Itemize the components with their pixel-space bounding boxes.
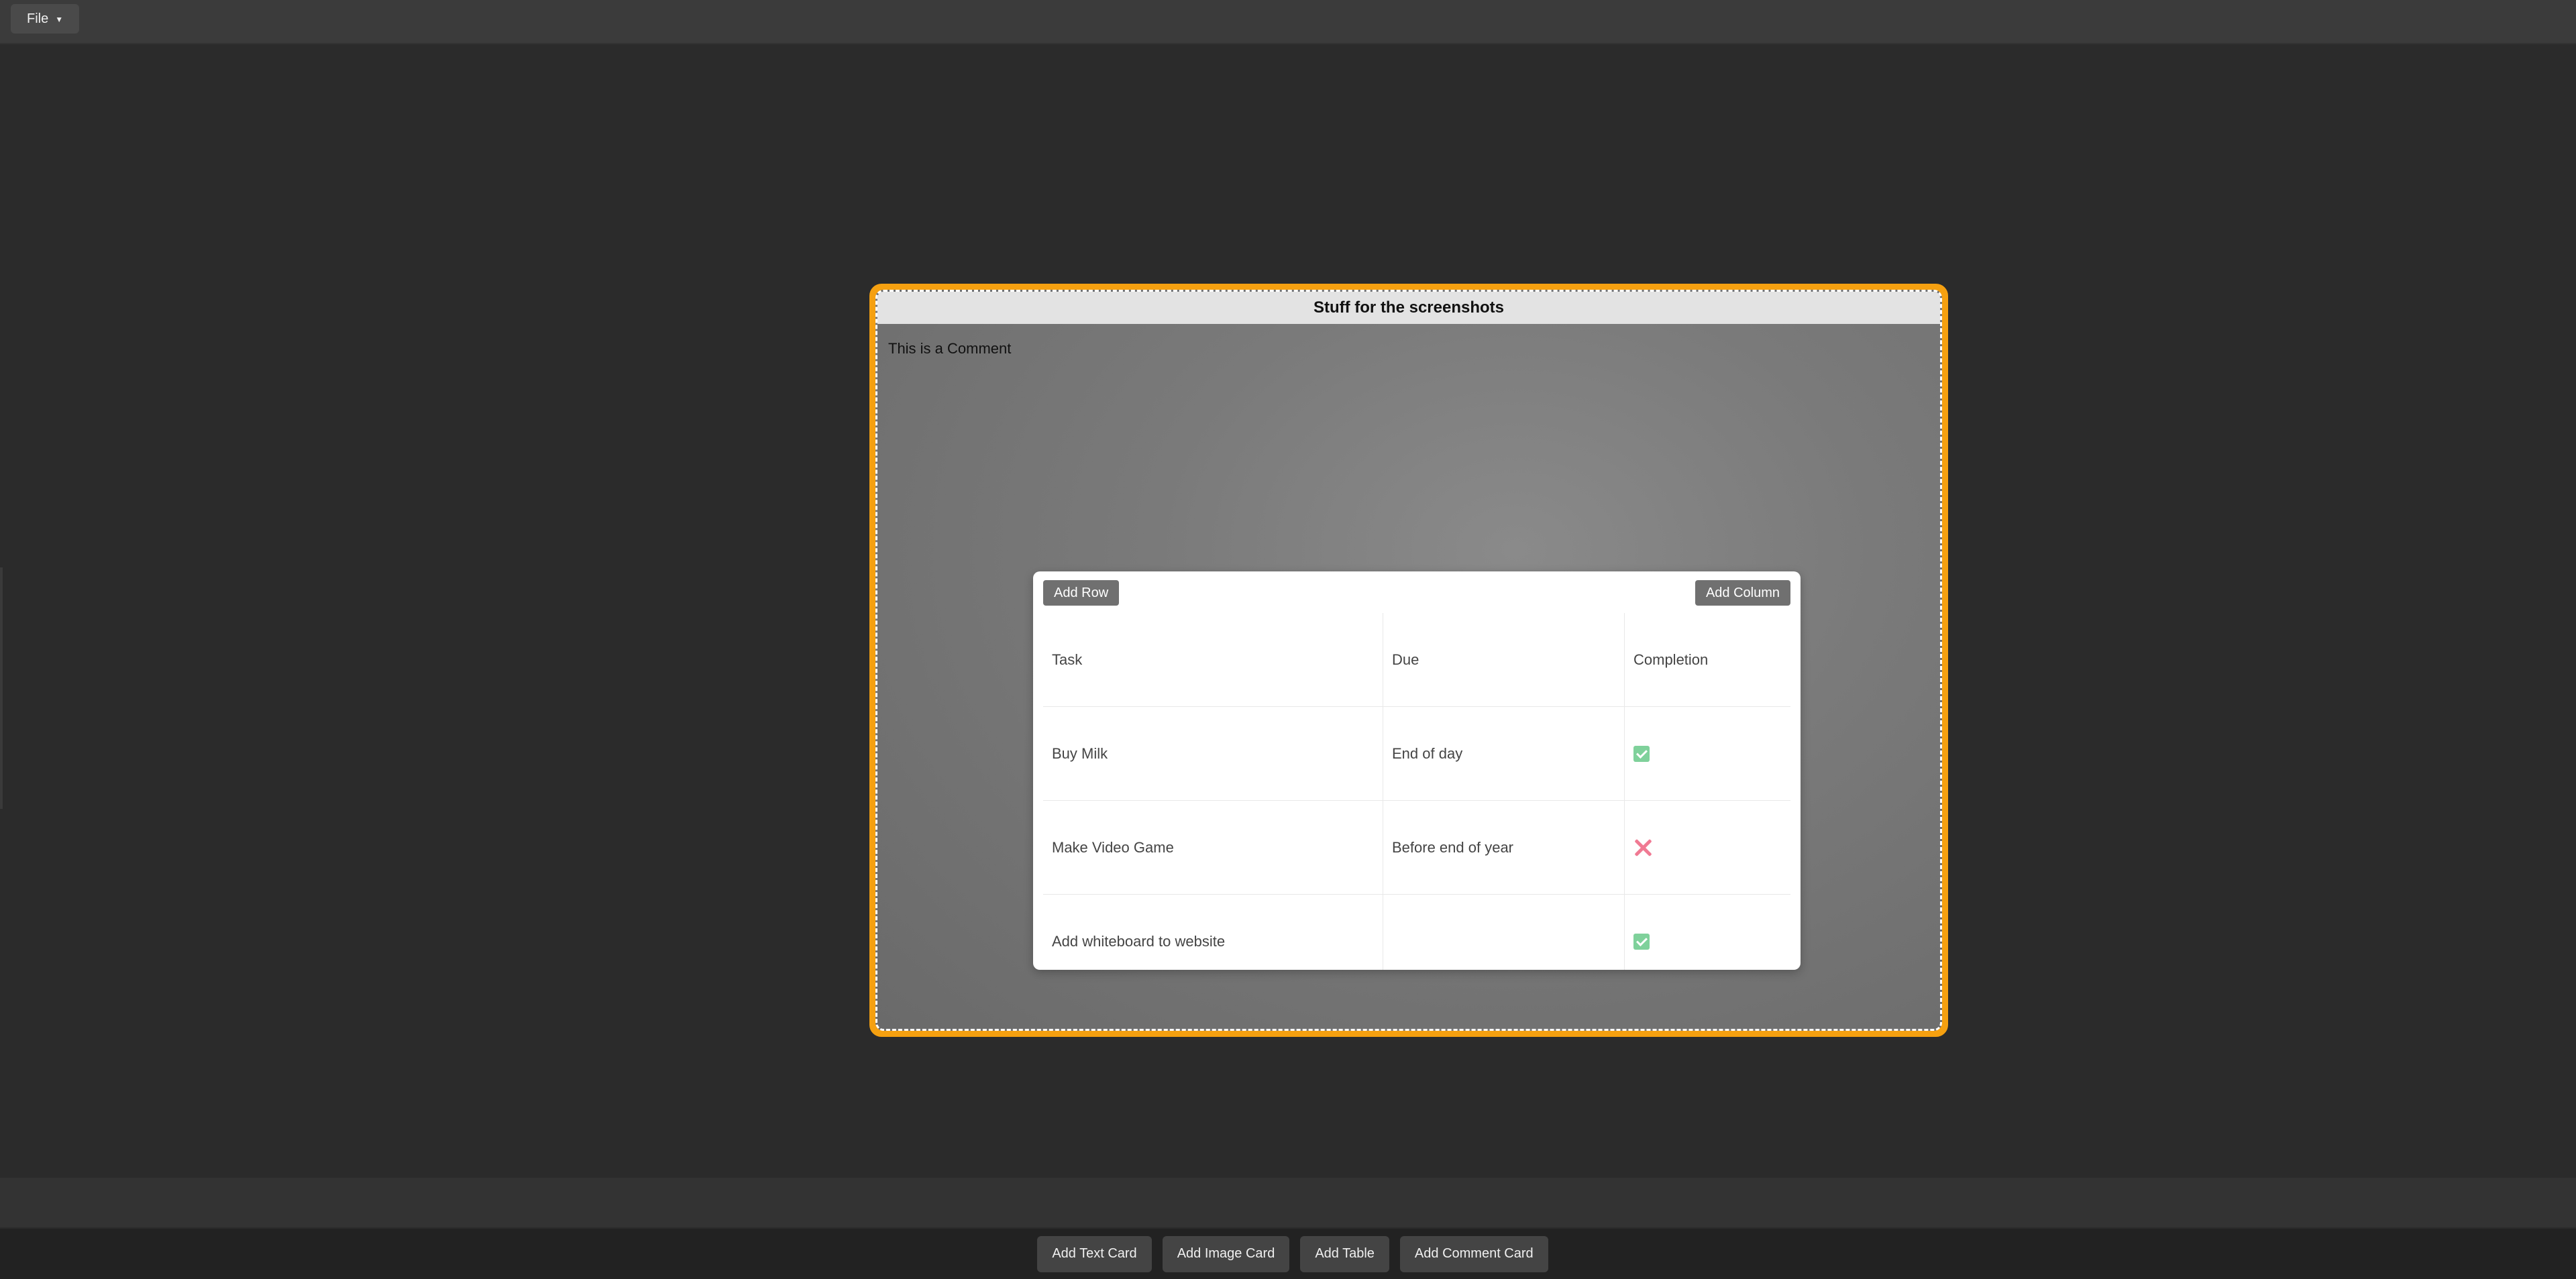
comment-text[interactable]: This is a Comment — [888, 340, 1011, 357]
cross-icon[interactable] — [1633, 838, 1652, 857]
check-icon[interactable] — [1633, 745, 1650, 762]
caret-down-icon: ▼ — [55, 15, 64, 24]
table-cell-completion[interactable] — [1625, 707, 1790, 801]
header-cell-due[interactable]: Due — [1383, 613, 1625, 707]
table-widget[interactable]: Add Row Add Column Task Due Completion B… — [1033, 571, 1801, 970]
add-column-button[interactable]: Add Column — [1695, 580, 1790, 606]
file-menu-button[interactable]: File ▼ — [11, 4, 80, 34]
table-cell-task[interactable]: Make Video Game — [1043, 801, 1383, 895]
add-text-card-button[interactable]: Add Text Card — [1037, 1235, 1152, 1272]
add-table-button[interactable]: Add Table — [1300, 1235, 1389, 1272]
app-root: File ▼ Stuff for the screenshots This is… — [0, 0, 2576, 1279]
table-cell-due[interactable] — [1383, 895, 1625, 970]
menu-bar: File ▼ — [0, 0, 2576, 44]
add-comment-card-button[interactable]: Add Comment Card — [1399, 1235, 1548, 1272]
add-image-card-button[interactable]: Add Image Card — [1162, 1235, 1290, 1272]
card-title[interactable]: Stuff for the screenshots — [877, 292, 1940, 324]
status-strip — [0, 1178, 2576, 1227]
table-cell-completion[interactable] — [1625, 895, 1790, 970]
task-table: Task Due Completion Buy Milk End of day … — [1043, 613, 1790, 970]
table-cell-due[interactable]: Before end of year — [1383, 801, 1625, 895]
bottom-toolbar: Add Text Card Add Image Card Add Table A… — [0, 1229, 2576, 1279]
table-cell-completion[interactable] — [1625, 801, 1790, 895]
file-menu-label: File — [27, 11, 49, 26]
check-icon[interactable] — [1633, 933, 1650, 950]
table-cell-due[interactable]: End of day — [1383, 707, 1625, 801]
add-row-button[interactable]: Add Row — [1043, 580, 1120, 606]
side-panel-handle[interactable] — [0, 567, 3, 809]
table-cell-task[interactable]: Add whiteboard to website — [1043, 895, 1383, 970]
table-cell-task[interactable]: Buy Milk — [1043, 707, 1383, 801]
header-cell-task[interactable]: Task — [1043, 613, 1383, 707]
header-cell-completion[interactable]: Completion — [1625, 613, 1790, 707]
